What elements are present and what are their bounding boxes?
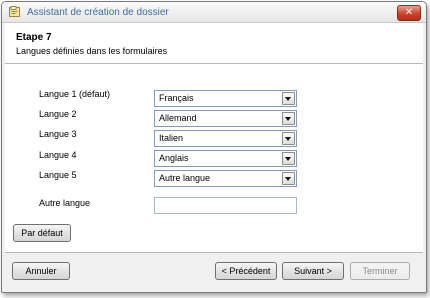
language-2-select[interactable]: Allemand xyxy=(154,110,297,127)
chevron-down-icon[interactable] xyxy=(282,112,295,125)
language-4-label: Langue 4 xyxy=(39,150,77,160)
language-2-label: Langue 2 xyxy=(39,109,77,119)
wizard-window: Assistant de création de dossier ✕ Etape… xyxy=(1,1,427,293)
language-2-value: Allemand xyxy=(159,113,197,123)
language-3-label: Langue 3 xyxy=(39,129,77,139)
language-5-value: Autre langue xyxy=(159,173,211,183)
language-5-label: Langue 5 xyxy=(39,170,77,180)
chevron-down-icon[interactable] xyxy=(282,132,295,145)
chevron-down-icon[interactable] xyxy=(282,152,295,165)
title-bar[interactable]: Assistant de création de dossier ✕ xyxy=(2,2,426,23)
language-3-select[interactable]: Italien xyxy=(154,130,297,147)
language-1-select[interactable]: Français xyxy=(154,90,297,107)
folder-wizard-icon xyxy=(9,6,20,17)
step-title: Etape 7 xyxy=(16,32,52,43)
language-1-value: Français xyxy=(159,93,194,103)
cancel-button[interactable]: Annuler xyxy=(12,262,70,280)
close-icon: ✕ xyxy=(404,7,414,18)
other-language-input[interactable] xyxy=(154,197,297,214)
step-subtitle: Langues définies dans les formulaires xyxy=(16,46,168,56)
language-1-label: Langue 1 (défaut) xyxy=(39,89,111,99)
language-4-select[interactable]: Anglais xyxy=(154,150,297,167)
language-3-value: Italien xyxy=(159,133,184,143)
next-button[interactable]: Suivant > xyxy=(282,262,344,280)
default-button[interactable]: Par défaut xyxy=(13,224,71,242)
close-button[interactable]: ✕ xyxy=(397,5,421,21)
wizard-footer: Annuler < Précédent Suivant > Terminer xyxy=(5,253,423,289)
other-language-label: Autre langue xyxy=(39,198,91,208)
wizard-header: Etape 7 Langues définies dans les formul… xyxy=(5,23,423,64)
previous-button[interactable]: < Précédent xyxy=(215,262,277,280)
finish-button: Terminer xyxy=(350,262,410,280)
language-5-select[interactable]: Autre langue xyxy=(154,170,297,187)
window-title: Assistant de création de dossier xyxy=(27,7,169,18)
chevron-down-icon[interactable] xyxy=(282,172,295,185)
language-4-value: Anglais xyxy=(159,153,189,163)
wizard-content: Langue 1 (défaut) Français Langue 2 Alle… xyxy=(5,64,423,253)
chevron-down-icon[interactable] xyxy=(282,92,295,105)
